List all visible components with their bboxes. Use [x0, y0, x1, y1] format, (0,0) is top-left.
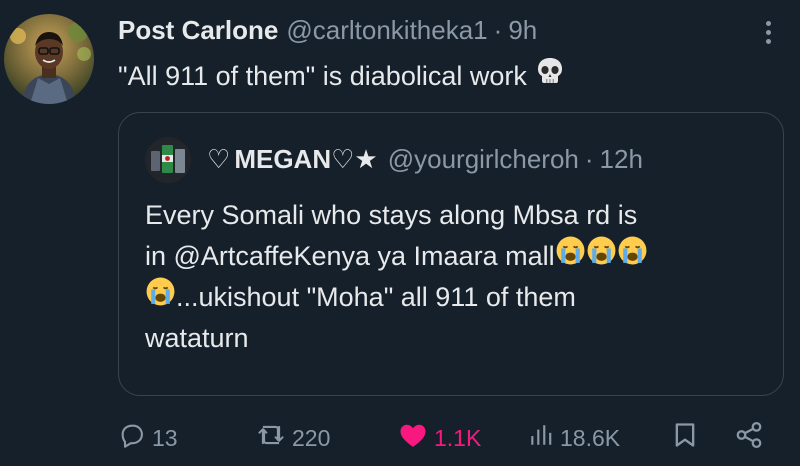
post-time[interactable]: 9h — [508, 15, 537, 46]
quoted-author-handle[interactable]: @yourgirlcheroh — [388, 144, 579, 175]
quoted-text-line-2-content: in @ArtcaffeKenya ya Imaara mall — [145, 241, 555, 271]
quoted-name-heart: ♡ — [207, 143, 231, 174]
like-button[interactable]: 1.1K — [398, 418, 481, 458]
quoted-text-line-1: Every Somali who stays along Mbsa rd is — [145, 200, 638, 230]
reply-count: 13 — [152, 424, 178, 451]
more-options-icon[interactable] — [760, 14, 776, 50]
bookmark-button[interactable] — [672, 418, 698, 458]
crying-emoji-icon — [145, 276, 176, 319]
repost-button[interactable]: 220 — [256, 418, 330, 458]
quoted-post-time[interactable]: 12h — [600, 144, 643, 175]
tweet-header: Post Carlone @carltonkitheka1 · 9h — [118, 12, 537, 48]
quoted-text-line-4: wataturn — [145, 323, 249, 353]
heart-icon — [398, 421, 428, 455]
quoted-author-avatar[interactable] — [145, 137, 191, 183]
tweet-text: "All 911 of them" is diabolical work — [118, 56, 565, 95]
quoted-separator-dot: · — [584, 143, 594, 174]
author-name[interactable]: Post Carlone — [118, 15, 278, 46]
author-avatar[interactable] — [4, 14, 94, 104]
crying-emoji-icon — [617, 235, 648, 278]
reply-button[interactable]: 13 — [118, 418, 178, 458]
crying-emoji-icon — [555, 235, 586, 278]
quoted-tweet-header: ♡ MEGAN♡★ @yourgirlcheroh · 12h — [207, 141, 643, 177]
quoted-tweet-text: Every Somali who stays along Mbsa rd is … — [145, 195, 765, 359]
views-count: 18.6K — [560, 424, 621, 451]
reply-icon — [118, 421, 146, 455]
action-bar: 13 220 1.1K 18.6K — [0, 418, 800, 458]
quoted-text-line-3-content: ...ukishout "Moha" all 911 of them — [176, 282, 576, 312]
share-button[interactable] — [734, 418, 764, 458]
quoted-author-name[interactable]: MEGAN♡★ — [234, 144, 377, 175]
tweet-text-content: "All 911 of them" is diabolical work — [118, 60, 527, 91]
views-button[interactable]: 18.6K — [528, 418, 620, 458]
skull-emoji-icon — [535, 56, 565, 95]
crying-emoji-icon — [586, 235, 617, 278]
separator-dot: · — [493, 14, 503, 45]
repost-icon — [256, 421, 286, 455]
repost-count: 220 — [292, 424, 331, 451]
tweet-card[interactable]: Post Carlone @carltonkitheka1 · 9h "All … — [0, 0, 800, 466]
bookmark-icon — [672, 421, 698, 455]
views-icon — [528, 422, 554, 454]
quoted-tweet[interactable]: ♡ MEGAN♡★ @yourgirlcheroh · 12h Every So… — [118, 112, 784, 396]
quoted-text-line-2: in @ArtcaffeKenya ya Imaara mall — [145, 236, 765, 277]
quoted-text-line-3: ...ukishout "Moha" all 911 of them — [145, 277, 765, 318]
like-count: 1.1K — [434, 424, 482, 451]
share-icon — [734, 420, 764, 456]
author-handle[interactable]: @carltonkitheka1 — [286, 15, 487, 46]
